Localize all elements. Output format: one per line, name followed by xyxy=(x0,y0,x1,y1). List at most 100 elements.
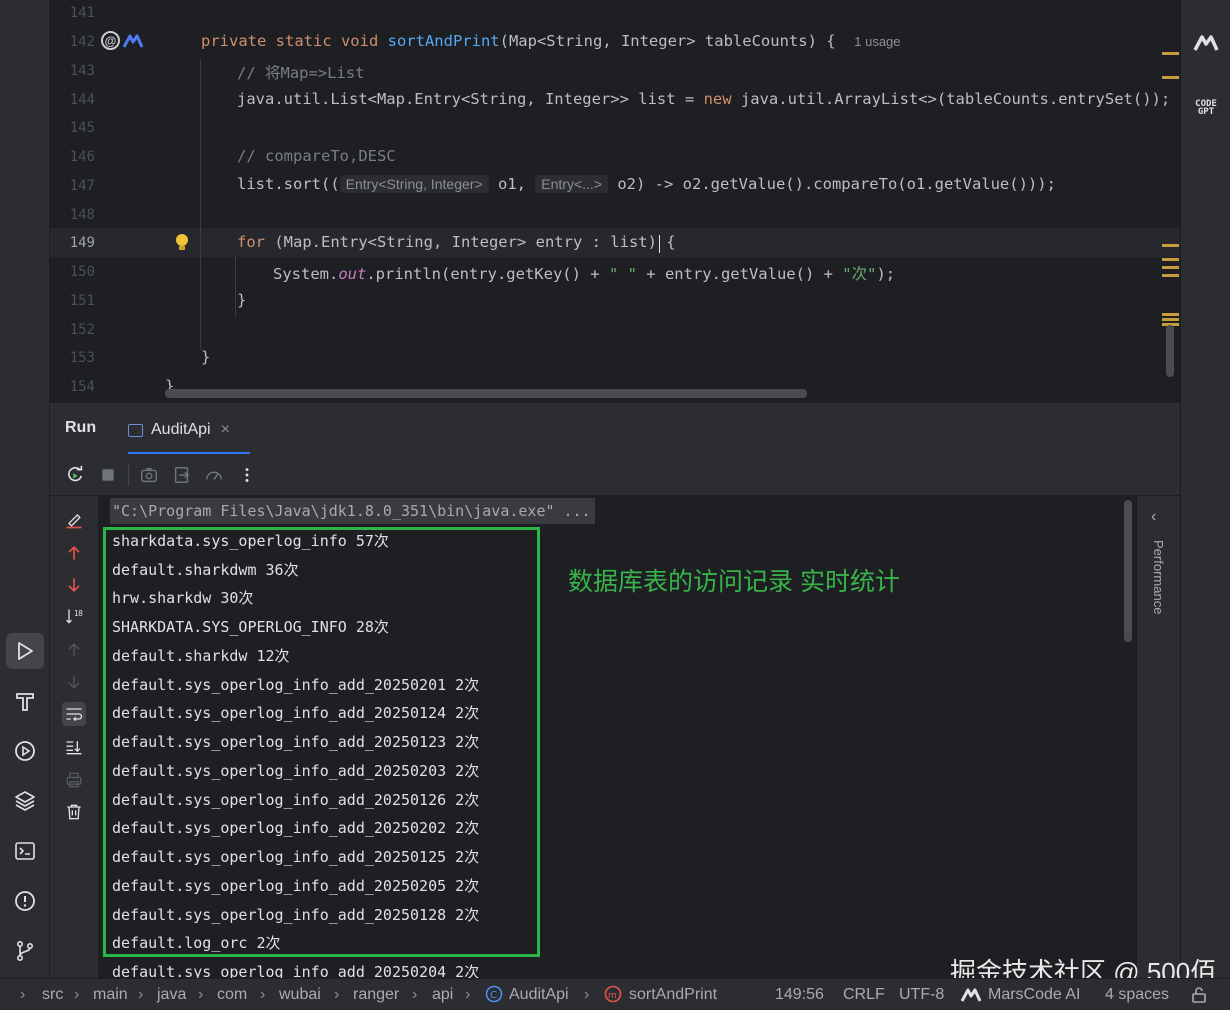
breadcrumb-item[interactable]: main xyxy=(93,986,128,1004)
code-line-147: list.sort((Entry<String, Integer> o1, En… xyxy=(237,175,1056,193)
warning-stripe-mark[interactable] xyxy=(1162,274,1179,277)
breadcrumb-item[interactable]: com xyxy=(217,986,247,1004)
warning-stripe-mark[interactable] xyxy=(1162,258,1179,261)
layers-tool-button[interactable] xyxy=(6,783,44,819)
clear-highlight-button[interactable] xyxy=(62,508,86,532)
line-number: 153 xyxy=(69,350,95,366)
soft-wrap-button[interactable] xyxy=(62,702,86,726)
editor-horizontal-scrollbar[interactable] xyxy=(165,389,807,398)
arrow-down-icon xyxy=(68,578,80,593)
lightbulb-icon[interactable] xyxy=(174,233,190,253)
run-title: Run xyxy=(65,419,97,436)
terminal-tool-button[interactable] xyxy=(6,833,44,869)
breadcrumb-item[interactable]: java xyxy=(157,986,186,1004)
keyword: for xyxy=(237,233,265,251)
code-text: ); xyxy=(876,265,896,283)
breadcrumb-item[interactable]: sortAndPrint xyxy=(629,986,717,1004)
usage-hint[interactable]: 1 usage xyxy=(854,34,900,49)
ai-assistant-status[interactable]: MarsCode AI xyxy=(988,986,1080,1004)
hammer-icon xyxy=(16,693,34,711)
chevron-right-icon: › xyxy=(334,986,340,1003)
soft-wrap-icon xyxy=(66,708,83,722)
more-vertical-icon xyxy=(245,468,249,482)
up-stack-button[interactable] xyxy=(62,638,86,662)
chevron-right-icon: › xyxy=(465,986,471,1003)
warning-stripe-mark[interactable] xyxy=(1162,318,1179,321)
problems-tool-button[interactable] xyxy=(6,883,44,919)
code-line-146: // compareTo,DESC xyxy=(237,147,396,165)
editor-vertical-scrollbar[interactable] xyxy=(1166,325,1174,377)
method-name: sortAndPrint xyxy=(387,32,500,50)
left-tool-strip xyxy=(0,0,50,978)
performance-tab[interactable]: Performance xyxy=(1151,540,1166,614)
caret-position[interactable]: 149:56 xyxy=(775,986,824,1004)
code-text: (Map.Entry<String, Integer> entry : list… xyxy=(265,233,676,251)
services-tool-button[interactable] xyxy=(6,733,44,769)
chevron-right-icon: › xyxy=(412,986,418,1003)
marscode-gutter-icon[interactable] xyxy=(122,33,144,49)
warning-stripe-mark[interactable] xyxy=(1162,76,1179,79)
code-text: o1, xyxy=(488,175,536,193)
unlock-icon[interactable] xyxy=(1190,986,1208,1004)
breadcrumb-item[interactable]: wubai xyxy=(279,986,321,1004)
keyword: new xyxy=(703,90,732,108)
layers-icon xyxy=(15,791,35,811)
text-caret xyxy=(659,235,660,253)
build-tool-button[interactable] xyxy=(6,683,44,719)
indent-guide xyxy=(200,60,201,350)
warning-stripe-mark[interactable] xyxy=(1162,244,1179,247)
codegpt-button[interactable]: CODE GPT xyxy=(1191,100,1221,117)
line-number-current: 149 xyxy=(69,235,95,251)
line-ending[interactable]: CRLF xyxy=(843,986,885,1004)
screenshot-button[interactable] xyxy=(138,464,160,486)
breadcrumb-item[interactable]: src xyxy=(42,986,63,1004)
run-icon xyxy=(18,642,33,660)
code-text: o2) -> o2.getValue().compareTo(o1.getVal… xyxy=(608,175,1056,193)
string-literal: " " xyxy=(608,265,637,283)
run-tool-button[interactable] xyxy=(6,633,44,669)
indent-setting[interactable]: 4 spaces xyxy=(1105,986,1169,1004)
svg-text:C: C xyxy=(490,990,497,1001)
annotation-text: 数据库表的访问记录 实时统计 xyxy=(568,568,900,596)
exit-button[interactable] xyxy=(171,464,193,486)
git-tool-button[interactable] xyxy=(6,933,44,969)
next-occurrence-button[interactable] xyxy=(62,573,86,597)
scroll-to-end-button[interactable] xyxy=(62,735,86,759)
more-options-button[interactable] xyxy=(236,464,258,486)
code-editor[interactable]: 141 142 143 144 145 146 147 148 149 150 … xyxy=(50,0,1180,402)
warning-stripe-mark[interactable] xyxy=(1162,266,1179,269)
warning-stripe-mark[interactable] xyxy=(1162,52,1179,55)
warning-stripe-mark[interactable] xyxy=(1162,313,1179,316)
override-at-icon[interactable]: @ xyxy=(101,31,120,50)
code-line-151: } xyxy=(237,291,247,309)
breadcrumb-item[interactable]: ranger xyxy=(353,986,399,1004)
code-line-149: for (Map.Entry<String, Integer> entry : … xyxy=(237,233,676,251)
print-button[interactable] xyxy=(62,768,86,792)
sort-button[interactable]: 18 xyxy=(62,604,86,628)
console-output[interactable]: "C:\Program Files\Java\jdk1.8.0_351\bin\… xyxy=(98,496,1136,978)
stop-button[interactable] xyxy=(97,464,119,486)
marscode-icon[interactable] xyxy=(1193,33,1219,53)
svg-text:8: 8 xyxy=(78,609,83,618)
rerun-button[interactable] xyxy=(64,464,86,486)
chevron-left-icon[interactable]: ‹ xyxy=(1151,508,1156,526)
down-stack-button[interactable] xyxy=(62,670,86,694)
chevron-right-icon: › xyxy=(74,986,80,1003)
line-number: 144 xyxy=(69,92,95,108)
line-number: 147 xyxy=(69,178,95,194)
profiler-button[interactable] xyxy=(203,464,225,486)
previous-occurrence-button[interactable] xyxy=(62,541,86,565)
file-encoding[interactable]: UTF-8 xyxy=(899,986,944,1004)
clear-all-button[interactable] xyxy=(62,800,86,824)
chevron-right-icon: › xyxy=(584,986,590,1003)
static-field: out xyxy=(338,265,367,283)
chevron-right-icon: › xyxy=(260,986,266,1003)
printer-icon xyxy=(66,772,82,788)
code-text: System. xyxy=(273,265,339,283)
problems-icon xyxy=(15,891,35,911)
breadcrumb-item[interactable]: api xyxy=(432,986,453,1004)
console-vertical-scrollbar[interactable] xyxy=(1124,500,1132,642)
tab-close-icon[interactable]: × xyxy=(221,421,230,439)
tab-auditapi[interactable]: AuditApi × xyxy=(128,417,230,443)
breadcrumb-item[interactable]: AuditApi xyxy=(509,986,569,1004)
